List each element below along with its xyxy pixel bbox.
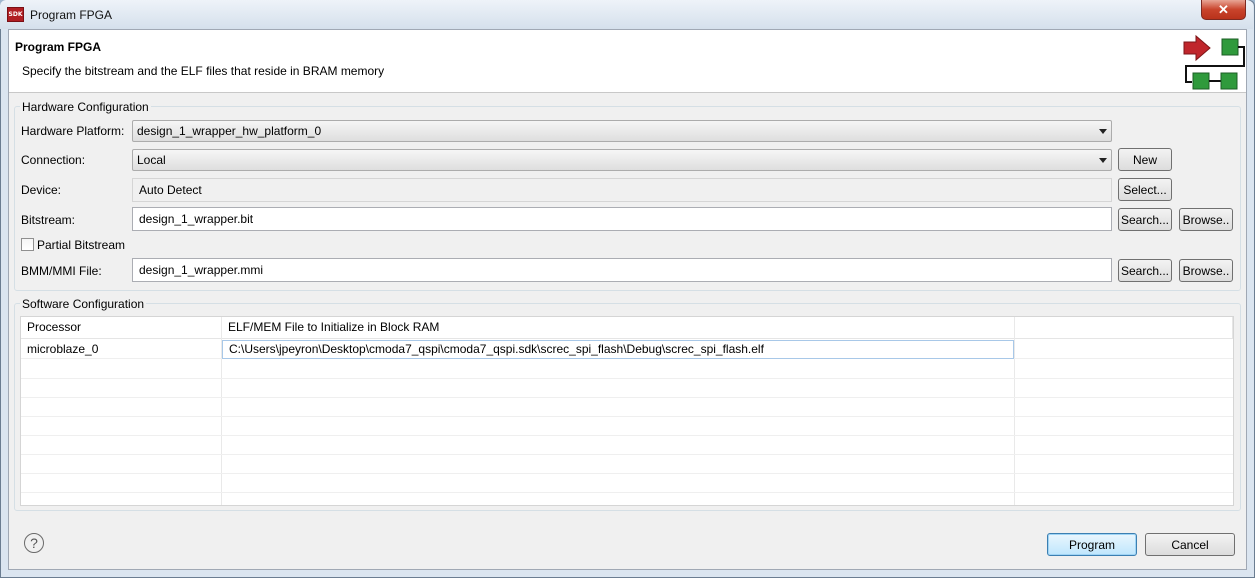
bmm-mmi-input[interactable]: design_1_wrapper.mmi bbox=[132, 258, 1112, 282]
bitstream-browse-button[interactable]: Browse.. bbox=[1179, 208, 1233, 231]
bitstream-label: Bitstream: bbox=[21, 213, 76, 227]
title-bar[interactable] bbox=[0, 0, 1253, 29]
connection-label: Connection: bbox=[21, 153, 86, 167]
select-device-button[interactable]: Select... bbox=[1118, 178, 1172, 201]
table-row bbox=[21, 398, 1233, 417]
connection-value: Local bbox=[137, 153, 166, 167]
chevron-down-icon bbox=[1099, 129, 1107, 134]
partial-bitstream-checkbox[interactable] bbox=[21, 238, 34, 251]
new-connection-button[interactable]: New bbox=[1118, 148, 1172, 171]
table-row bbox=[21, 360, 1233, 379]
table-row bbox=[21, 436, 1233, 455]
column-header-elf-file[interactable]: ELF/MEM File to Initialize in Block RAM bbox=[222, 317, 1015, 339]
help-icon[interactable]: ? bbox=[24, 533, 44, 553]
processor-elf-table[interactable]: Processor ELF/MEM File to Initialize in … bbox=[20, 316, 1234, 506]
connection-combo[interactable]: Local bbox=[132, 149, 1112, 171]
bmm-mmi-label: BMM/MMI File: bbox=[21, 264, 102, 278]
column-header-processor[interactable]: Processor bbox=[21, 317, 222, 339]
program-fpga-logo-icon bbox=[1183, 34, 1245, 90]
dialog-description: Specify the bitstream and the ELF files … bbox=[22, 64, 385, 78]
column-header-filler bbox=[1015, 317, 1233, 339]
bitstream-search-button[interactable]: Search... bbox=[1118, 208, 1172, 231]
device-label: Device: bbox=[21, 183, 62, 197]
table-row bbox=[21, 379, 1233, 398]
table-row bbox=[21, 417, 1233, 436]
cancel-button[interactable]: Cancel bbox=[1145, 533, 1235, 556]
program-button[interactable]: Program bbox=[1047, 533, 1137, 556]
table-row bbox=[21, 455, 1233, 474]
software-configuration-label: Software Configuration bbox=[20, 297, 147, 311]
table-row bbox=[21, 474, 1233, 493]
hardware-platform-label: Hardware Platform: bbox=[21, 124, 125, 138]
dialog-banner bbox=[9, 30, 1246, 93]
bmm-browse-button[interactable]: Browse.. bbox=[1179, 259, 1233, 282]
elf-file-cell[interactable]: C:\Users\jpeyron\Desktop\cmoda7_qspi\cmo… bbox=[222, 340, 1014, 359]
bitstream-input[interactable]: design_1_wrapper.bit bbox=[132, 207, 1112, 231]
partial-bitstream-label: Partial Bitstream bbox=[37, 238, 126, 252]
sdk-app-icon: SDK bbox=[7, 7, 24, 22]
hardware-platform-combo[interactable]: design_1_wrapper_hw_platform_0 bbox=[132, 120, 1112, 142]
bmm-search-button[interactable]: Search... bbox=[1118, 259, 1172, 282]
window-title: Program FPGA bbox=[30, 8, 113, 22]
hardware-platform-value: design_1_wrapper_hw_platform_0 bbox=[137, 124, 322, 138]
close-button[interactable]: ✕ bbox=[1201, 0, 1246, 20]
chevron-down-icon bbox=[1099, 158, 1107, 163]
hardware-configuration-label: Hardware Configuration bbox=[20, 100, 151, 114]
device-field: Auto Detect bbox=[132, 178, 1112, 202]
dialog-heading: Program FPGA bbox=[15, 40, 102, 54]
processor-cell: microblaze_0 bbox=[27, 342, 99, 356]
table-row[interactable]: microblaze_0 C:\Users\jpeyron\Desktop\cm… bbox=[21, 340, 1233, 359]
